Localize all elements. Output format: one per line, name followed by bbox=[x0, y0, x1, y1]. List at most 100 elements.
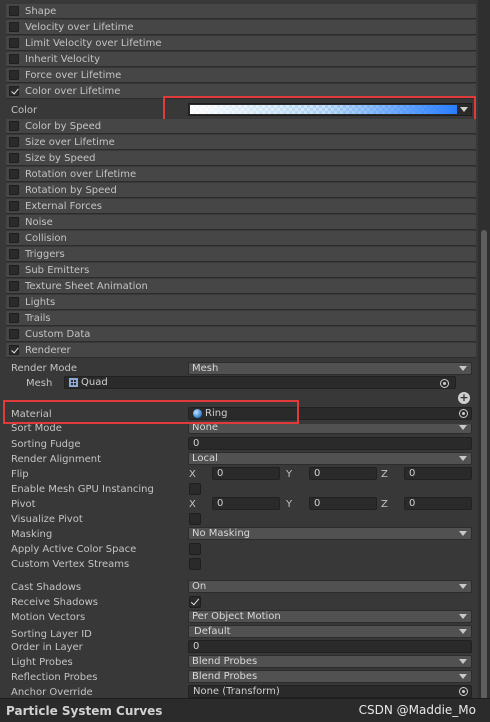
module-toggle-checkbox[interactable] bbox=[9, 86, 19, 96]
object-picker-icon[interactable] bbox=[459, 687, 468, 696]
module-label: Limit Velocity over Lifetime bbox=[25, 38, 162, 49]
module-toggle-checkbox[interactable] bbox=[9, 313, 19, 323]
module-limit-velocity-over-lifetime[interactable]: Limit Velocity over Lifetime bbox=[6, 36, 476, 51]
scrollbar-thumb[interactable] bbox=[481, 230, 487, 700]
motion-vectors-dropdown[interactable]: Per Object Motion bbox=[188, 610, 472, 623]
module-label: Size over Lifetime bbox=[25, 137, 115, 148]
pivot-x-input[interactable]: 0 bbox=[212, 497, 280, 510]
object-picker-icon[interactable] bbox=[459, 409, 468, 418]
module-force-over-lifetime[interactable]: Force over Lifetime bbox=[6, 68, 476, 83]
module-label: Custom Data bbox=[25, 329, 91, 340]
module-label: Color by Speed bbox=[25, 121, 102, 132]
chevron-down-icon bbox=[459, 425, 467, 430]
pivot-y-input[interactable]: 0 bbox=[309, 497, 377, 510]
masking-dropdown[interactable]: No Masking bbox=[188, 527, 472, 540]
module-collision[interactable]: Collision bbox=[6, 231, 476, 246]
module-triggers[interactable]: Triggers bbox=[6, 247, 476, 262]
gpu-instancing-checkbox[interactable] bbox=[189, 483, 201, 495]
input-value: 0 bbox=[409, 468, 416, 479]
pivot-label: Pivot bbox=[11, 499, 36, 510]
dropdown-value: Mesh bbox=[192, 363, 219, 374]
cast-shadows-dropdown[interactable]: On bbox=[188, 580, 472, 593]
order-in-layer-label: Order in Layer bbox=[11, 642, 83, 653]
render-mode-dropdown[interactable]: Mesh bbox=[188, 362, 472, 375]
module-velocity-over-lifetime[interactable]: Velocity over Lifetime bbox=[6, 20, 476, 35]
module-lights[interactable]: Lights bbox=[6, 295, 476, 310]
module-custom-data[interactable]: Custom Data bbox=[6, 327, 476, 342]
render-alignment-label: Render Alignment bbox=[11, 454, 102, 465]
sorting-layer-id-label: Sorting Layer ID bbox=[11, 629, 92, 640]
module-sub-emitters[interactable]: Sub Emitters bbox=[6, 263, 476, 278]
module-size-over-lifetime[interactable]: Size over Lifetime bbox=[6, 135, 476, 150]
flip-z-input[interactable]: 0 bbox=[404, 467, 472, 480]
module-label: Color over Lifetime bbox=[25, 86, 121, 97]
module-trails[interactable]: Trails bbox=[6, 311, 476, 326]
module-size-by-speed[interactable]: Size by Speed bbox=[6, 151, 476, 166]
module-label: Sub Emitters bbox=[25, 265, 90, 276]
module-toggle-checkbox[interactable] bbox=[9, 70, 19, 80]
module-toggle-checkbox[interactable] bbox=[9, 281, 19, 291]
light-probes-dropdown[interactable]: Blend Probes bbox=[188, 655, 472, 668]
module-color-by-speed[interactable]: Color by Speed bbox=[6, 119, 476, 134]
module-toggle-checkbox[interactable] bbox=[9, 137, 19, 147]
module-toggle-checkbox[interactable] bbox=[9, 233, 19, 243]
visualize-pivot-checkbox[interactable] bbox=[189, 513, 201, 525]
module-toggle-checkbox[interactable] bbox=[9, 329, 19, 339]
module-label: External Forces bbox=[25, 201, 102, 212]
object-picker-icon[interactable] bbox=[440, 379, 449, 388]
module-texture-sheet-animation[interactable]: Texture Sheet Animation bbox=[6, 279, 476, 294]
visualize-pivot-label: Visualize Pivot bbox=[11, 514, 83, 525]
module-toggle-checkbox[interactable] bbox=[9, 249, 19, 259]
module-toggle-checkbox[interactable] bbox=[9, 345, 19, 355]
pivot-z-input[interactable]: 0 bbox=[404, 497, 472, 510]
sort-mode-row-clipped: Sort Mode None bbox=[0, 424, 478, 434]
add-mesh-plus-icon[interactable]: + bbox=[458, 392, 470, 404]
mesh-object-field[interactable]: Quad bbox=[64, 376, 456, 389]
module-toggle-checkbox[interactable] bbox=[9, 217, 19, 227]
module-toggle-checkbox[interactable] bbox=[9, 54, 19, 64]
motion-vectors-label: Motion Vectors bbox=[11, 612, 86, 623]
module-label: Size by Speed bbox=[25, 153, 96, 164]
module-toggle-checkbox[interactable] bbox=[9, 169, 19, 179]
module-rotation-over-lifetime[interactable]: Rotation over Lifetime bbox=[6, 167, 476, 182]
module-shape[interactable]: Shape bbox=[6, 4, 476, 19]
module-toggle-checkbox[interactable] bbox=[9, 153, 19, 163]
custom-vertex-streams-checkbox[interactable] bbox=[189, 558, 201, 570]
input-value: 0 bbox=[193, 641, 200, 652]
module-toggle-checkbox[interactable] bbox=[9, 185, 19, 195]
flip-y-input[interactable]: 0 bbox=[309, 467, 377, 480]
module-toggle-checkbox[interactable] bbox=[9, 265, 19, 275]
dropdown-value: Local bbox=[192, 453, 218, 464]
module-label: Rotation over Lifetime bbox=[25, 169, 137, 180]
module-label: Velocity over Lifetime bbox=[25, 22, 134, 33]
module-inherit-velocity[interactable]: Inherit Velocity bbox=[6, 52, 476, 67]
apply-active-color-space-checkbox[interactable] bbox=[189, 543, 201, 555]
module-external-forces[interactable]: External Forces bbox=[6, 199, 476, 214]
module-toggle-checkbox[interactable] bbox=[9, 38, 19, 48]
chevron-down-icon bbox=[459, 456, 467, 461]
sorting-fudge-input[interactable]: 0 bbox=[188, 437, 472, 450]
particle-system-curves-bar[interactable]: Particle System Curves CSDN @Maddie_Mo bbox=[0, 698, 490, 722]
flip-x-input[interactable]: 0 bbox=[212, 467, 280, 480]
module-noise[interactable]: Noise bbox=[6, 215, 476, 230]
sorting-layer-id-dropdown[interactable]: Default bbox=[188, 625, 472, 638]
receive-shadows-checkbox[interactable] bbox=[189, 596, 201, 608]
vertical-scrollbar[interactable] bbox=[478, 0, 490, 700]
sort-mode-label: Sort Mode bbox=[11, 424, 62, 434]
reflection-probes-dropdown[interactable]: Blend Probes bbox=[188, 670, 472, 683]
anchor-override-field[interactable]: None (Transform) bbox=[188, 685, 472, 698]
receive-shadows-label: Receive Shadows bbox=[11, 597, 98, 608]
module-toggle-checkbox[interactable] bbox=[9, 297, 19, 307]
module-toggle-checkbox[interactable] bbox=[9, 121, 19, 131]
module-rotation-by-speed[interactable]: Rotation by Speed bbox=[6, 183, 476, 198]
render-alignment-dropdown[interactable]: Local bbox=[188, 452, 472, 465]
module-renderer[interactable]: Renderer bbox=[6, 343, 476, 358]
mesh-label: Mesh bbox=[26, 378, 53, 389]
dropdown-value: Per Object Motion bbox=[192, 611, 281, 622]
dropdown-value: On bbox=[192, 581, 207, 592]
module-toggle-checkbox[interactable] bbox=[9, 22, 19, 32]
order-in-layer-input[interactable]: 0 bbox=[188, 640, 472, 653]
module-toggle-checkbox[interactable] bbox=[9, 6, 19, 16]
sort-mode-dropdown[interactable]: None bbox=[188, 424, 472, 434]
module-toggle-checkbox[interactable] bbox=[9, 201, 19, 211]
